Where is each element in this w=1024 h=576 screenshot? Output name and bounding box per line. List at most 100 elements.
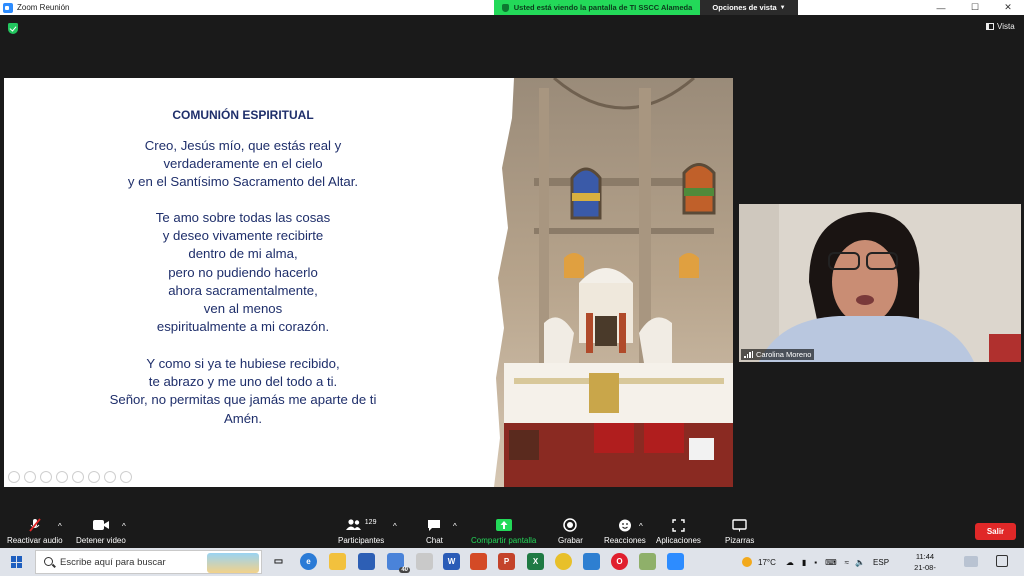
whiteboard-icon [732, 518, 747, 532]
text-line: Creo, Jesús mío, que estás real y [144, 138, 342, 153]
copy-tool-icon[interactable] [56, 471, 68, 483]
participant-image [739, 204, 1021, 362]
record-button[interactable]: Grabar [558, 518, 583, 545]
reactions-label: Reacciones [604, 536, 646, 545]
mail-icon[interactable]: 40 [387, 553, 410, 573]
photos-icon[interactable] [639, 553, 656, 570]
text-line: pero no pudiendo hacerlo [168, 264, 318, 280]
unmute-button[interactable]: Reactivar audio [7, 518, 63, 545]
muted-mic-icon [28, 518, 42, 532]
whiteboards-label: Pizarras [725, 536, 755, 545]
store-icon[interactable] [358, 553, 375, 570]
text-line: Señor, no permitas que jamás me aparte d… [109, 392, 377, 408]
more-tools-icon[interactable] [120, 471, 132, 483]
stanza-1: Creo, Jesús mío, que estás real y verdad… [4, 137, 482, 192]
zoom-logo-icon [3, 2, 13, 13]
file-explorer-icon[interactable] [329, 553, 346, 570]
stop-video-button[interactable]: Detener video [76, 518, 126, 545]
text-line: Y como si ya te hubiese recibido, [146, 356, 340, 371]
taskbar-search[interactable]: Escribe aquí para buscar [35, 550, 262, 574]
text-line: Amén. [223, 410, 263, 426]
word-icon[interactable]: W [443, 553, 460, 570]
fullscreen-tool-icon[interactable] [104, 471, 116, 483]
text-line: verdaderamente en el cielo [163, 156, 323, 172]
maximize-icon[interactable]: ☐ [960, 0, 990, 15]
reactions-options-caret[interactable]: ^ [639, 522, 643, 531]
text-line: ahora sacramentalmente, [168, 282, 318, 298]
participant-name: Carolina Moreno [756, 350, 812, 359]
widgets-icon[interactable] [964, 556, 978, 567]
cloud-icon[interactable]: ☁ [786, 558, 794, 567]
edge-browser-icon[interactable]: e [300, 553, 317, 570]
video-options-caret[interactable]: ^ [122, 522, 126, 531]
view-button[interactable]: Vista [986, 22, 1015, 31]
audio-options-caret[interactable]: ^ [58, 522, 62, 531]
record-label: Grabar [558, 536, 583, 545]
participants-options-caret[interactable]: ^ [393, 522, 397, 531]
chevron-down-icon: ▼ [779, 4, 786, 11]
participants-count: 129 [364, 518, 377, 526]
participant-video[interactable]: Carolina Moreno [739, 204, 1021, 362]
view-options-button[interactable]: Opciones de vista ▼ [700, 0, 798, 15]
encryption-shield-icon[interactable] [8, 23, 18, 34]
leave-button[interactable]: Salir [975, 523, 1016, 540]
temperature[interactable]: 17°C [758, 558, 776, 567]
fit-tool-icon[interactable] [88, 471, 100, 483]
text-line: y en el Santísimo Sacramento del Altar. [127, 174, 359, 190]
share-screen-button[interactable]: Compartir pantalla [471, 518, 536, 545]
volume-icon[interactable]: 🔈 [855, 558, 865, 567]
share-banner: Usted está viendo la pantalla de TI SSCC… [494, 0, 798, 15]
cursor-tool-icon[interactable] [24, 471, 36, 483]
participants-button[interactable]: 129 Participantes [338, 518, 384, 546]
share-status: Usted está viendo la pantalla de TI SSCC… [494, 0, 700, 15]
weather-icon[interactable] [742, 557, 752, 567]
taskbar-clock[interactable]: 11:44 21-08-2022 [906, 551, 944, 576]
task-view-icon[interactable]: ▭ [270, 553, 287, 570]
chat-button[interactable]: Chat [426, 518, 443, 545]
keyboard-tray-icon[interactable]: ⌨ [825, 558, 837, 567]
pointer-tool-icon[interactable] [8, 471, 20, 483]
zoom-app-icon[interactable] [667, 553, 684, 570]
close-icon[interactable]: ✕ [993, 0, 1023, 15]
prayer-text: COMUNIÓN ESPIRITUAL Creo, Jesús mío, que… [4, 78, 494, 487]
excel-icon[interactable]: X [527, 553, 544, 570]
mail-badge: 40 [399, 567, 410, 573]
chrome-icon[interactable] [555, 553, 572, 570]
zoom-meeting-window: Zoom Reunión — ☐ ✕ Usted está viendo la … [0, 0, 1024, 576]
church-altar-image [494, 78, 733, 487]
view-options-label: Opciones de vista [712, 3, 777, 12]
unmute-label: Reactivar audio [7, 536, 63, 545]
notification-icon[interactable] [996, 555, 1008, 567]
shield-icon [501, 3, 509, 12]
share-screen-icon [495, 518, 512, 532]
zoom-tool-icon[interactable] [72, 471, 84, 483]
system-tray: 17°C ☁ ▮ ▪ ⌨ ≈ 🔈 ESP [742, 548, 889, 576]
chat-options-caret[interactable]: ^ [453, 522, 457, 531]
stanza-2: Te amo sobre todas las cosas y deseo viv… [4, 209, 482, 336]
pen-app-icon[interactable] [416, 553, 433, 570]
view-layout-icon [986, 23, 994, 30]
whiteboards-button[interactable]: Pizarras [725, 518, 754, 545]
windows-start-icon[interactable] [11, 556, 23, 568]
share-screen-label: Compartir pantalla [471, 536, 537, 545]
text-line: espiritualmente a mi corazón. [156, 319, 330, 335]
office-icon[interactable] [470, 553, 487, 570]
shared-screen: COMUNIÓN ESPIRITUAL Creo, Jesús mío, que… [4, 78, 733, 487]
pen-tool-icon[interactable] [40, 471, 52, 483]
view-button-label: Vista [997, 22, 1015, 31]
remote-desktop-icon[interactable] [583, 553, 600, 570]
windows-taskbar: Escribe aquí para buscar ▭ e 40 W P X O … [0, 548, 1024, 576]
text-line: ven al menos [203, 301, 283, 317]
text-line: te abrazo y me uno del todo a ti. [148, 374, 338, 390]
opera-icon[interactable]: O [611, 553, 628, 570]
language-indicator[interactable]: ESP [873, 558, 889, 567]
network-tray-icon[interactable]: ▪ [814, 558, 817, 567]
search-highlight-image [207, 553, 259, 573]
wifi-icon[interactable]: ≈ [845, 558, 849, 567]
minimize-icon[interactable]: — [926, 0, 956, 15]
stanza-3: Y como si ya te hubiese recibido, te abr… [4, 355, 482, 428]
apps-button[interactable]: Aplicaciones [656, 518, 701, 545]
powerpoint-icon[interactable]: P [498, 553, 515, 570]
mic-tray-icon[interactable]: ▮ [802, 558, 806, 567]
annotation-tools [8, 471, 132, 483]
